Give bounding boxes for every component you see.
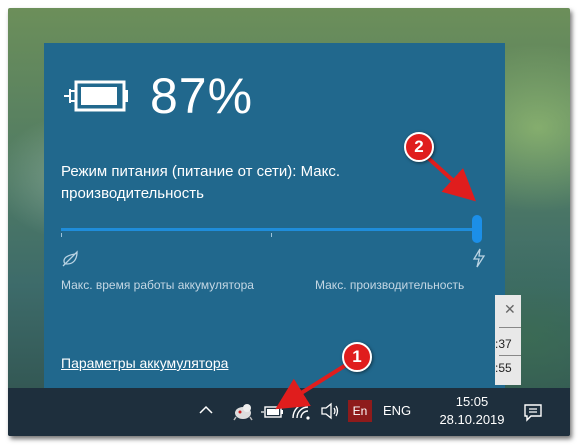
clock[interactable]: 15:05 28.10.2019	[436, 393, 508, 429]
notification-time: :37	[495, 337, 512, 351]
battery-settings-link[interactable]: Параметры аккумулятора	[61, 355, 228, 371]
divider	[499, 355, 521, 356]
battery-percent: 87%	[150, 68, 254, 124]
app-tray-icon[interactable]	[232, 400, 254, 422]
battery-icon[interactable]	[261, 406, 283, 418]
volume-icon[interactable]	[319, 400, 341, 422]
notification-peek[interactable]: ✕ :37 :55	[495, 295, 521, 385]
notification-time: :55	[495, 361, 512, 375]
power-mode-slider-thumb[interactable]	[472, 215, 482, 243]
power-mode-label: Режим питания (питание от сети): Макс. п…	[61, 163, 341, 202]
annotation-badge-2: 2	[404, 132, 434, 162]
leaf-icon	[62, 250, 78, 267]
input-language-badge[interactable]: En	[348, 400, 372, 422]
wifi-icon[interactable]	[290, 400, 312, 422]
screenshot-frame: 87% Режим питания (питание от сети): Мак…	[8, 8, 570, 436]
battery-flyout: 87% Режим питания (питание от сети): Мак…	[44, 43, 505, 388]
power-mode-slider-track[interactable]	[61, 228, 481, 231]
slider-left-label: Макс. время работы аккумулятора	[61, 278, 254, 292]
language-indicator[interactable]: ENG	[383, 403, 411, 418]
action-center-icon[interactable]	[522, 401, 544, 423]
lightning-icon	[472, 248, 486, 268]
close-icon[interactable]: ✕	[504, 301, 516, 318]
annotation-badge-1: 1	[342, 342, 372, 372]
slider-right-label: Макс. производительность	[315, 278, 465, 292]
slider-tick	[271, 233, 272, 237]
clock-time: 15:05	[455, 394, 489, 409]
divider	[499, 327, 521, 328]
battery-charging-icon	[64, 80, 128, 112]
taskbar: En ENG 15:05 28.10.2019	[8, 388, 570, 436]
slider-tick	[61, 233, 62, 237]
clock-date: 28.10.2019	[439, 412, 505, 427]
chevron-up-icon[interactable]	[198, 402, 214, 418]
